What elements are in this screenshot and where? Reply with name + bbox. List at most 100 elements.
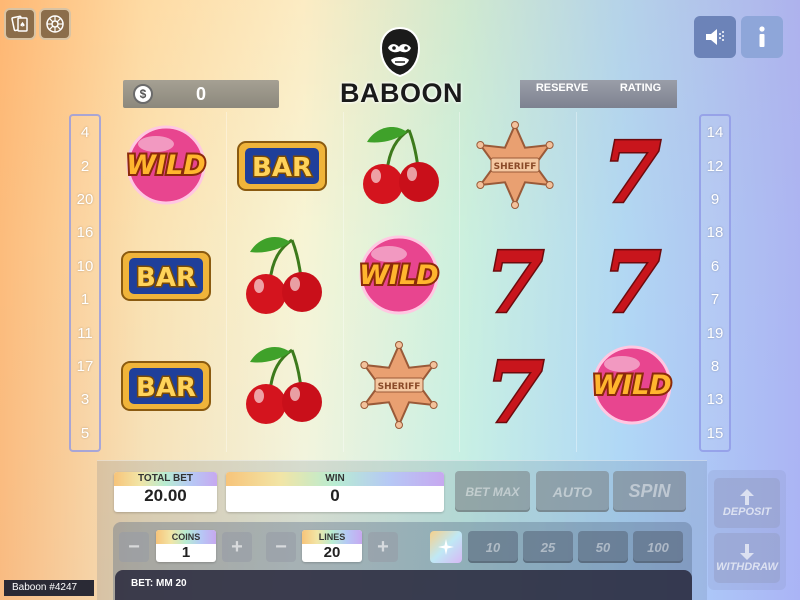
reel-symbol-sheriff: SHERIFF — [349, 340, 449, 430]
coins-value: 1 — [181, 544, 191, 561]
payline-number[interactable]: 7 — [711, 291, 719, 308]
reel-symbol-wild: WILD — [582, 340, 682, 430]
info-button[interactable] — [741, 16, 783, 58]
payline-number[interactable]: 5 — [81, 425, 89, 442]
reel-symbol-sheriff: SHERIFF — [465, 120, 565, 210]
player-id-badge: Baboon #4247 — [4, 580, 94, 596]
seven-symbol-icon: 7 — [601, 232, 662, 334]
reel-symbol-cherry — [232, 230, 332, 320]
balance-bar: $ 0 — [123, 80, 279, 108]
svg-text:SHERIFF: SHERIFF — [378, 382, 421, 392]
payline-number[interactable]: 4 — [81, 124, 89, 141]
balance-amount: 0 — [195, 83, 206, 104]
payline-number[interactable]: 10 — [77, 258, 94, 275]
reel-symbol-seven: 7 — [465, 230, 565, 334]
cards-button[interactable]: ♠ — [4, 8, 36, 40]
coins-field: COINS 1 — [156, 530, 216, 562]
total-bet-label: TOTAL BET — [114, 472, 217, 486]
bet-info-text: BET: MM 20 — [131, 578, 187, 589]
payline-number[interactable]: 14 — [707, 124, 724, 141]
svg-text:7: 7 — [603, 233, 661, 320]
deposit-button[interactable]: DEPOSIT — [714, 478, 780, 528]
reel-symbol-seven: 7 — [582, 230, 682, 334]
win-value: 0 — [330, 486, 340, 505]
info-icon — [759, 26, 765, 47]
lines-plus-button[interactable]: + — [368, 532, 398, 562]
dollar-coin-icon: $ — [133, 84, 153, 104]
svg-text:WILD: WILD — [126, 150, 205, 181]
svg-text:7: 7 — [603, 123, 661, 210]
svg-text:♠: ♠ — [19, 21, 25, 29]
reel-symbol-bar: BAR — [116, 340, 216, 430]
deposit-label: DEPOSIT — [722, 506, 772, 518]
payline-number[interactable]: 19 — [707, 325, 724, 342]
payline-number[interactable]: 17 — [77, 358, 94, 375]
payline-number[interactable]: 15 — [707, 425, 724, 442]
roulette-button[interactable] — [39, 8, 71, 40]
gorilla-logo-icon — [379, 26, 421, 78]
sparkle-icon — [438, 539, 454, 555]
payline-number[interactable]: 8 — [711, 358, 719, 375]
lines-label: LINES — [302, 530, 362, 544]
coins-minus-button[interactable]: − — [119, 532, 149, 562]
bet-info-bar: BET: MM 20 — [115, 570, 692, 600]
left-paylines: 4 2 20 16 10 1 11 17 3 5 — [69, 114, 101, 452]
tab-reserve[interactable]: RESERVE — [536, 82, 588, 94]
svg-text:7: 7 — [486, 343, 544, 430]
reel-symbol-cherry — [349, 120, 449, 210]
player-id-text: Baboon #4247 — [12, 582, 78, 593]
svg-text:7: 7 — [486, 233, 544, 320]
sound-button[interactable] — [694, 16, 736, 58]
sheriff-symbol-icon: SHERIFF — [360, 341, 438, 429]
quick-bet-toggle[interactable] — [430, 531, 462, 563]
coins-plus-button[interactable]: + — [222, 532, 252, 562]
withdraw-button[interactable]: WITHDRAW — [714, 533, 780, 583]
bet-option-50[interactable]: 50 — [578, 531, 628, 563]
bet-option-10[interactable]: 10 — [468, 531, 518, 563]
coins-label: COINS — [156, 530, 216, 544]
brand-logo: BABOON — [340, 26, 463, 108]
lines-value: 20 — [323, 544, 341, 561]
cherry-symbol-icon — [246, 237, 322, 314]
cards-icon: ♠ — [11, 15, 28, 32]
payline-number[interactable]: 12 — [707, 158, 724, 175]
bar-symbol-icon: BAR — [121, 361, 211, 411]
reel-symbol-bar: BAR — [116, 230, 216, 320]
payline-number[interactable]: 11 — [77, 325, 93, 342]
payline-number[interactable]: 3 — [81, 391, 89, 408]
seven-symbol-icon: 7 — [484, 342, 545, 444]
lines-minus-button[interactable]: − — [266, 532, 296, 562]
win-field: WIN 0 — [226, 472, 444, 512]
wild-symbol-icon: WILD — [124, 125, 208, 205]
reel-symbol-wild: WILD — [116, 120, 216, 210]
payline-number[interactable]: 20 — [77, 191, 94, 208]
tab-rating[interactable]: RATING — [620, 82, 661, 94]
arrow-up-icon — [740, 489, 754, 505]
reel-symbol-bar: BAR — [232, 120, 332, 210]
payline-number[interactable]: 6 — [711, 258, 719, 275]
svg-text:BAR: BAR — [136, 263, 196, 293]
payline-number[interactable]: 2 — [81, 158, 89, 175]
svg-text:WILD: WILD — [359, 260, 438, 291]
payline-number[interactable]: 18 — [707, 224, 724, 241]
lines-field: LINES 20 — [302, 530, 362, 562]
bar-symbol-icon: BAR — [237, 141, 327, 191]
auto-button[interactable]: AUTO — [536, 471, 609, 512]
payline-number[interactable]: 16 — [77, 224, 94, 241]
payline-number[interactable]: 13 — [707, 391, 724, 408]
reel-symbol-seven: 7 — [582, 120, 682, 224]
svg-text:WILD: WILD — [592, 370, 671, 401]
spin-button[interactable]: SPIN — [613, 471, 686, 512]
payline-number[interactable]: 9 — [711, 191, 719, 208]
bet-option-100[interactable]: 100 — [633, 531, 683, 563]
payline-number[interactable]: 1 — [81, 291, 89, 308]
bet-option-25[interactable]: 25 — [523, 531, 573, 563]
bet-max-button[interactable]: BET MAX — [455, 471, 530, 512]
svg-text:SHERIFF: SHERIFF — [494, 162, 537, 172]
total-bet-value: 20.00 — [144, 486, 187, 505]
wild-symbol-icon: WILD — [590, 345, 674, 425]
seven-symbol-icon: 7 — [484, 232, 545, 334]
seven-symbol-icon: 7 — [601, 122, 662, 224]
reel-symbol-wild: WILD — [349, 230, 449, 320]
reels-grid[interactable]: WILD BAR BAR BAR WILD SHERIFF SHERIFF 7 7 7 7 WILD — [110, 112, 695, 452]
